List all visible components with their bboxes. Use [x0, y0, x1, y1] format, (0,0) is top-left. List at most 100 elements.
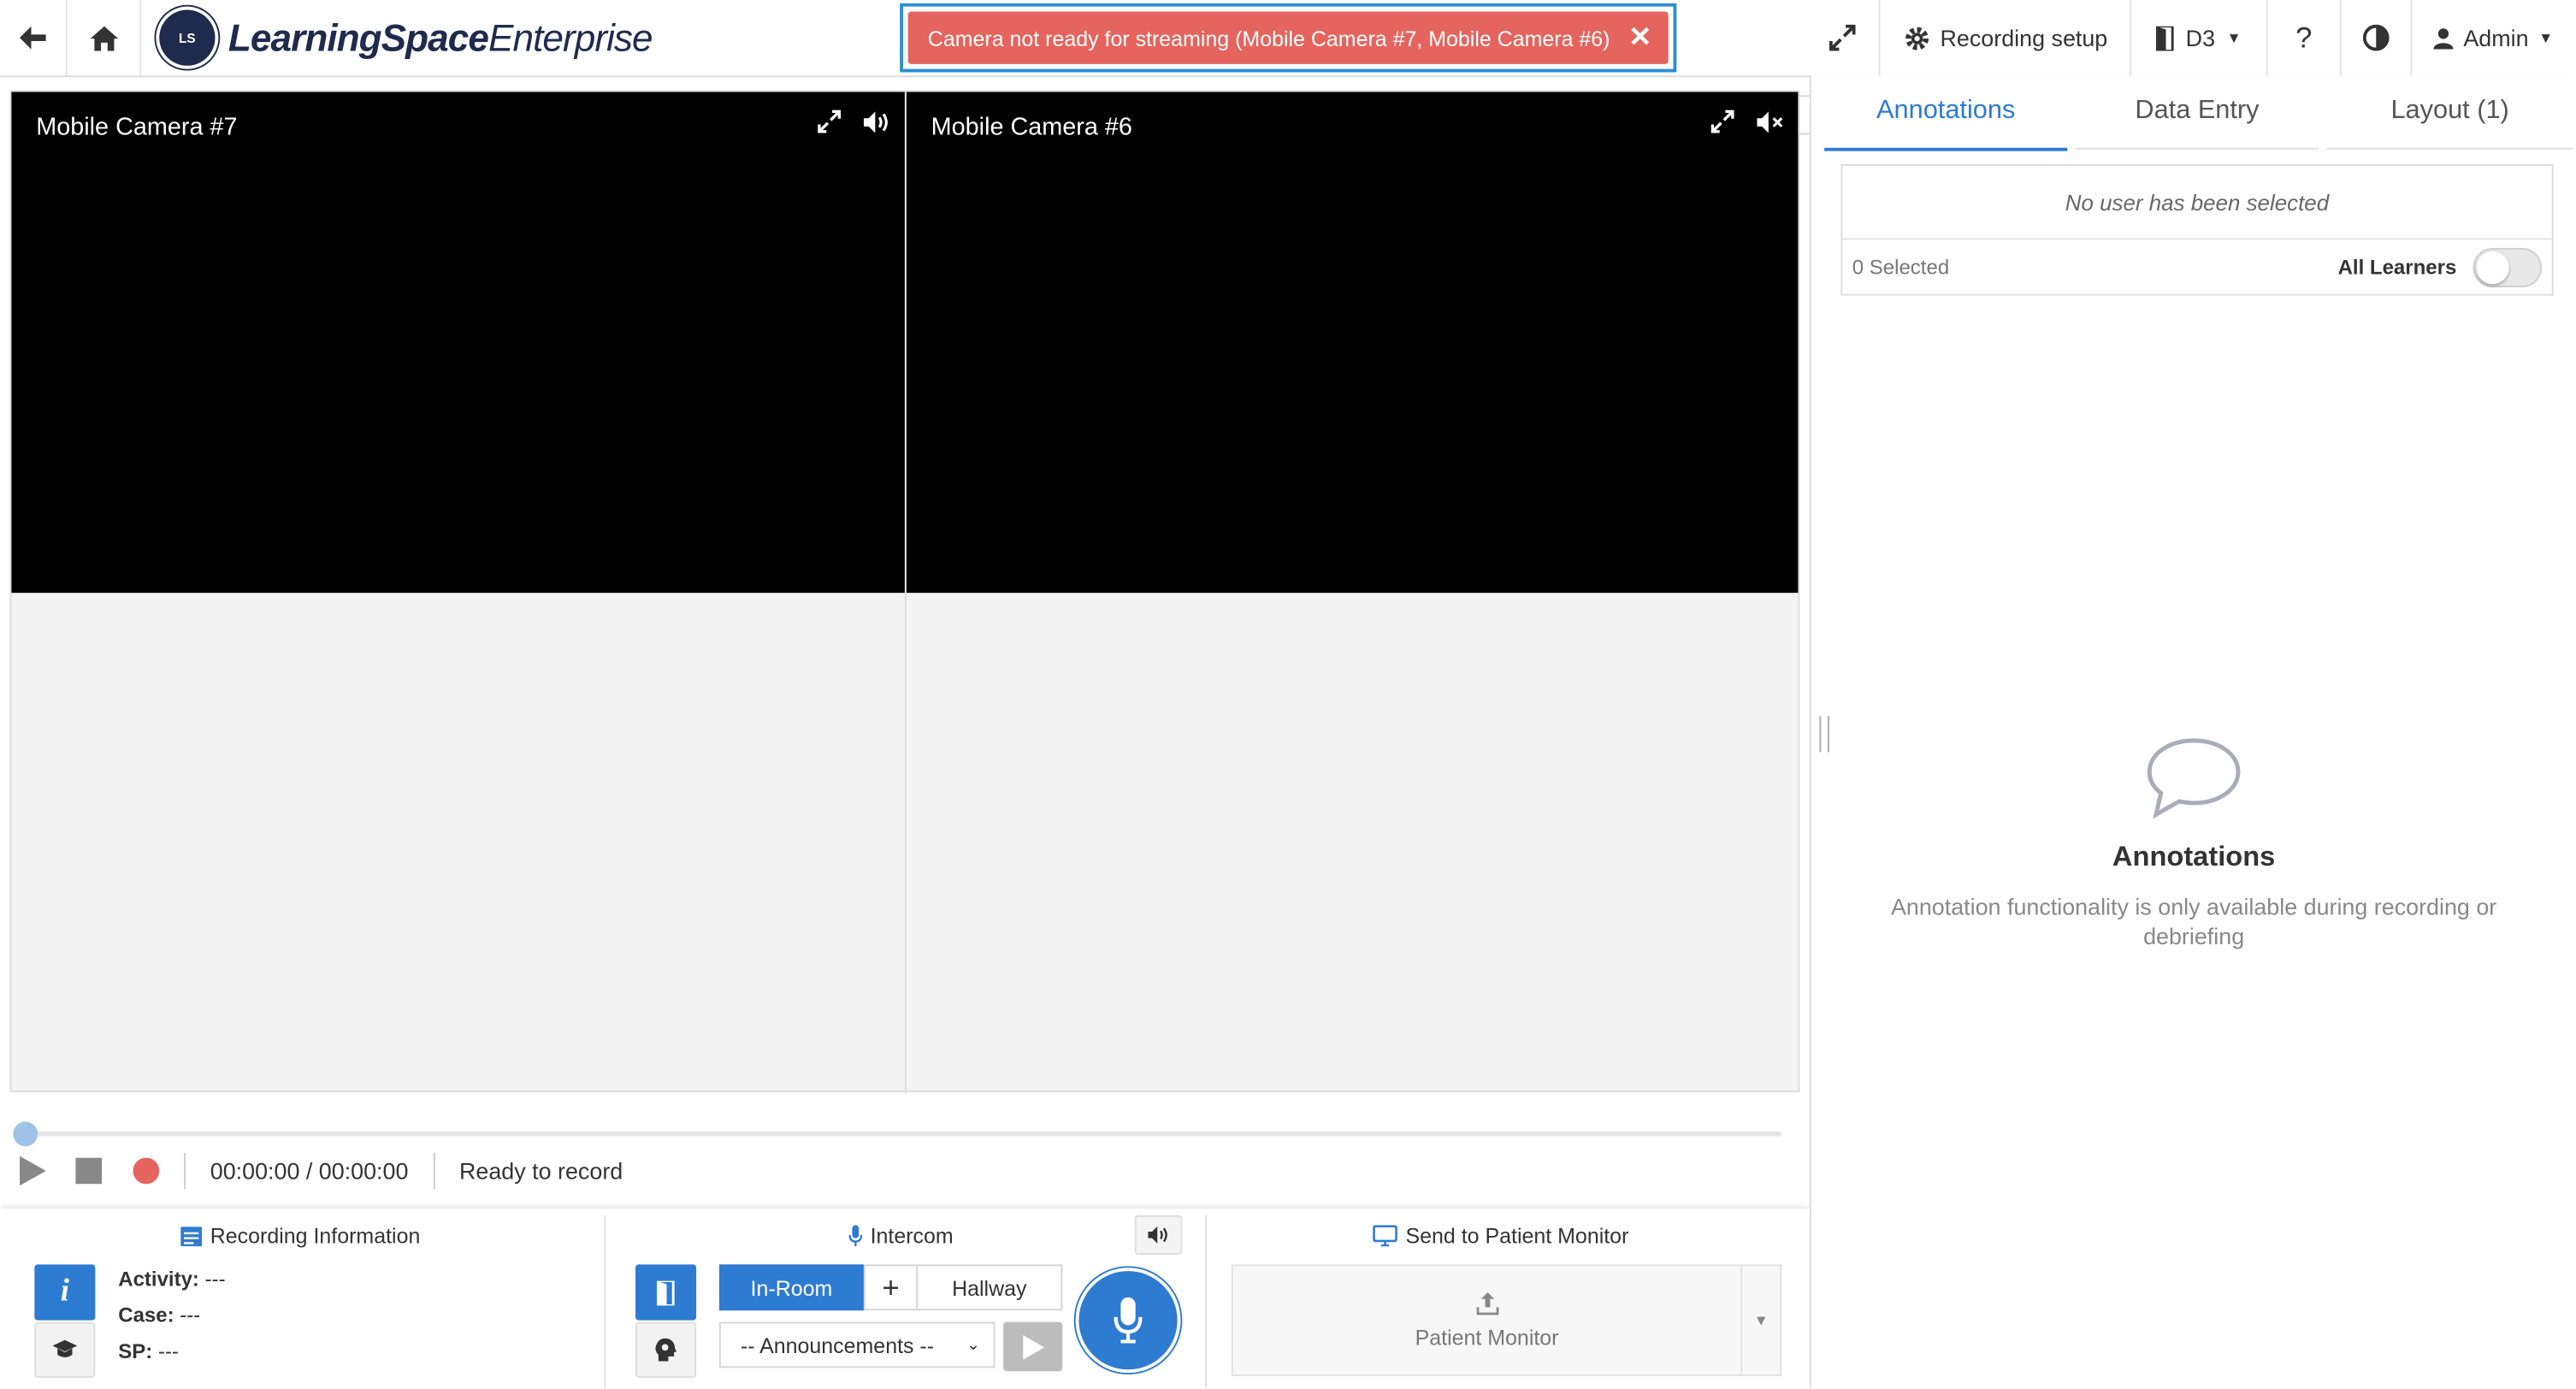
bottom-panel: Recording Information i Activity: --- Ca… [0, 1209, 1810, 1388]
playback-controls: 00:00:00 / 00:00:00 Ready to record [20, 1150, 623, 1192]
push-to-talk-button[interactable] [1078, 1271, 1178, 1370]
empty-video-slot [906, 595, 1799, 1091]
annotations-empty-state: Annotations Annotation functionality is … [1811, 736, 2575, 951]
user-menu[interactable]: Admin ▼ [2412, 0, 2574, 75]
alert-box: Camera not ready for streaming (Mobile C… [907, 11, 1669, 64]
announcements-value: -- Announcements -- [740, 1333, 935, 1357]
panel-divider [1205, 1215, 1208, 1388]
back-arrow-icon [20, 26, 46, 50]
gear-icon [1905, 26, 1929, 50]
tab-annotations[interactable]: Annotations [1824, 75, 2068, 151]
sp-row: SP: --- [118, 1339, 179, 1363]
head-icon [655, 1338, 677, 1362]
case-row: Case: --- [118, 1303, 201, 1327]
fullscreen-icon[interactable] [1710, 109, 1734, 133]
microphone-icon [848, 1225, 862, 1247]
fullscreen-button[interactable] [1806, 0, 1881, 76]
recording-info-header: Recording Information [180, 1223, 420, 1248]
hallway-button[interactable]: Hallway [916, 1264, 1063, 1311]
volume-icon[interactable] [863, 110, 892, 135]
door-icon [657, 1280, 675, 1305]
upload-icon [1475, 1291, 1498, 1315]
camera-title: Mobile Camera #7 [36, 113, 238, 142]
patient-monitor-label: Patient Monitor [1415, 1324, 1559, 1350]
contrast-toggle[interactable] [2342, 0, 2413, 76]
headset-intercom-button[interactable] [635, 1321, 697, 1378]
chevron-down-icon: ⌄ [966, 1335, 981, 1355]
stop-icon[interactable] [75, 1157, 103, 1185]
app-logo[interactable]: LS LearningSpaceEnterprise [159, 3, 653, 73]
info-icon: i [60, 1274, 69, 1309]
patient-monitor-title: Send to Patient Monitor [1405, 1223, 1629, 1249]
alert-close-icon[interactable]: ✕ [1628, 21, 1651, 54]
recording-info-icon [180, 1226, 203, 1246]
home-button[interactable] [68, 0, 142, 76]
alert-message: Camera not ready for streaming (Mobile C… [927, 25, 1610, 50]
record-icon[interactable] [133, 1157, 160, 1185]
play-icon [1022, 1334, 1044, 1359]
in-room-button[interactable]: In-Room [718, 1264, 864, 1311]
camera-view-2[interactable]: Mobile Camera #6 [906, 92, 1799, 594]
recording-info-title: Recording Information [210, 1223, 421, 1249]
caret-down-icon: ▼ [1753, 1312, 1769, 1329]
logo-mark: LS [159, 9, 216, 66]
top-bar: LS LearningSpaceEnterprise Camera not re… [0, 0, 2575, 78]
toggle-knob [2476, 251, 2509, 285]
intercom-title: Intercom [870, 1223, 954, 1249]
room-label: D3 [2185, 24, 2216, 51]
page: LS LearningSpaceEnterprise Camera not re… [0, 0, 2575, 1388]
volume-mute-icon[interactable] [1757, 110, 1785, 135]
monitor-icon [1373, 1225, 1397, 1247]
camera-alert: Camera not ready for streaming (Mobile C… [900, 3, 1677, 73]
graduation-cap-icon [52, 1339, 78, 1357]
add-channel-button[interactable]: + [863, 1264, 919, 1311]
play-icon[interactable] [20, 1156, 46, 1186]
activity-row: Activity: --- [118, 1268, 226, 1291]
timeline-handle[interactable] [13, 1121, 38, 1147]
all-learners-label: All Learners [2337, 256, 2457, 280]
home-icon [89, 25, 118, 50]
intercom-volume-button[interactable] [1134, 1215, 1183, 1255]
speech-bubble-icon [2147, 738, 2241, 819]
caret-down-icon: ▼ [2226, 29, 2242, 46]
playback-timeline[interactable] [13, 1121, 1782, 1147]
announcements-select[interactable]: -- Announcements -- ⌄ [718, 1321, 996, 1368]
grid-divider [904, 92, 907, 1094]
room-intercom-button[interactable] [635, 1264, 697, 1321]
intercom-header: Intercom [848, 1223, 954, 1249]
info-tab-button[interactable]: i [34, 1264, 96, 1321]
all-learners-toggle[interactable] [2473, 247, 2543, 287]
video-grid: Mobile Camera #7 Mobile Camera #6 [9, 90, 1800, 1094]
volume-icon [1147, 1226, 1167, 1244]
microphone-icon [1114, 1297, 1143, 1344]
recording-setup-label: Recording setup [1940, 24, 2108, 51]
tab-layout[interactable]: Layout (1) [2326, 75, 2573, 150]
caret-down-icon: ▼ [2538, 29, 2554, 46]
play-announcement-button[interactable] [1003, 1321, 1063, 1372]
fullscreen-icon[interactable] [818, 109, 842, 133]
learner-selector: No user has been selected 0 Selected All… [1840, 164, 2554, 296]
selected-count: 0 Selected [1852, 256, 1950, 280]
help-button[interactable]: ? [2268, 0, 2342, 76]
empty-state-title: Annotations [2112, 841, 2276, 872]
user-icon [2433, 27, 2454, 49]
user-name: Admin [2463, 24, 2529, 51]
room-dropdown[interactable]: D3 ▼ [2131, 0, 2268, 76]
camera-title: Mobile Camera #6 [931, 113, 1132, 142]
tab-data-entry[interactable]: Data Entry [2075, 75, 2319, 150]
learners-tab-button[interactable] [34, 1321, 96, 1378]
door-icon [2156, 25, 2174, 50]
patient-monitor-header: Send to Patient Monitor [1373, 1223, 1628, 1248]
expand-icon [1829, 24, 1856, 51]
right-panel: Annotations Data Entry Layout (1) No use… [1809, 75, 2575, 1388]
empty-video-slot [11, 595, 905, 1091]
back-button[interactable] [0, 0, 68, 76]
contrast-icon [2362, 24, 2390, 51]
recording-status: Ready to record [458, 1157, 623, 1185]
panel-divider [604, 1215, 606, 1388]
recording-setup-button[interactable]: Recording setup [1880, 0, 2132, 76]
camera-view-1[interactable]: Mobile Camera #7 [11, 92, 905, 594]
empty-state-text: Annotation functionality is only availab… [1890, 893, 2497, 949]
patient-monitor-dropdown[interactable]: ▼ [1742, 1264, 1782, 1376]
patient-monitor-button[interactable]: Patient Monitor [1232, 1264, 1743, 1376]
